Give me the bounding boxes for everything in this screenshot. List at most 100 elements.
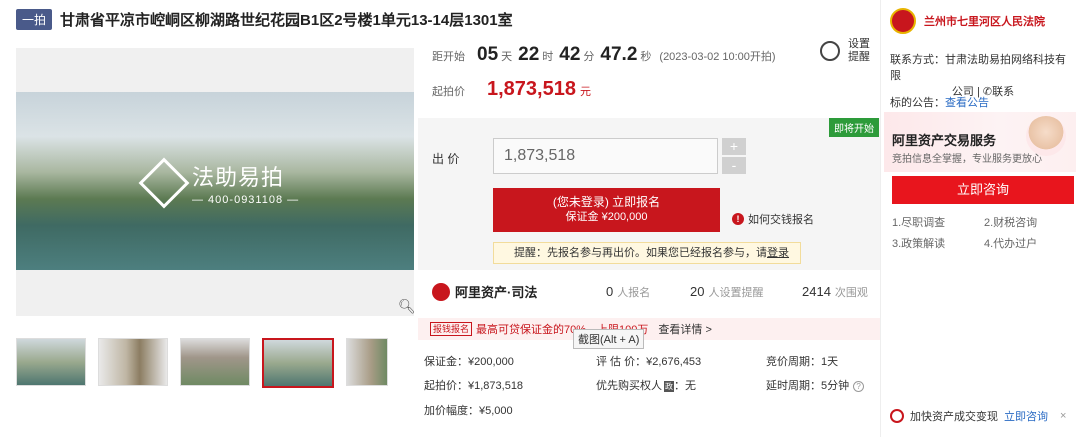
- reminder-count: 20 人设置提醒: [690, 284, 763, 300]
- service-item[interactable]: 1.尽职调查: [892, 214, 945, 230]
- close-icon[interactable]: ×: [1060, 410, 1066, 422]
- countdown-hours-unit: 时: [542, 51, 554, 63]
- delay-cycle-text: 延时周期：5分钟: [766, 380, 850, 392]
- promo-details-link[interactable]: 查看详情 >: [658, 321, 711, 337]
- contact-link[interactable]: 联系: [992, 86, 1014, 98]
- countdown-seconds-unit: 秒: [640, 51, 652, 63]
- banner-subtitle: 竞拍信息全掌握，专业服务更放心: [892, 154, 1042, 165]
- assessed-price-info: 评 估 价：¥2,676,453: [596, 356, 702, 368]
- signup-line1: (您未登录) 立即报名: [552, 195, 661, 209]
- consult-button[interactable]: 立即咨询: [892, 176, 1074, 204]
- increment-info: 加价幅度：¥5,000: [424, 405, 513, 417]
- view-count: 2414 次围观: [802, 284, 868, 300]
- start-time-note: (2023-03-02 10:00开拍): [659, 51, 776, 63]
- service-item[interactable]: 4.代办过户: [984, 235, 1037, 251]
- signup-count: 0 人报名: [606, 284, 650, 300]
- page-title: 甘肃省平凉市崆峒区柳湖路世纪花园B1区2号楼1单元13-14层1301室: [60, 11, 513, 29]
- photo-frame-top: [16, 48, 414, 92]
- decrease-bid-button[interactable]: -: [722, 157, 746, 174]
- countdown-days: 05: [477, 44, 499, 65]
- thumbnail-4[interactable]: [262, 338, 334, 388]
- increase-bid-button[interactable]: +: [722, 138, 746, 155]
- start-price-label: 起拍价: [432, 86, 465, 98]
- set-reminder-button[interactable]: 设置 提醒: [820, 38, 870, 64]
- thumbnail-1[interactable]: [16, 338, 86, 386]
- watermark-phone: — 400-0931108 —: [192, 194, 300, 206]
- countdown-days-unit: 天: [501, 51, 513, 63]
- how-to-pay-link[interactable]: ! 如何交钱报名: [732, 211, 814, 227]
- signup-button[interactable]: (您未登录) 立即报名 保证金 ¥200,000: [493, 188, 720, 232]
- ali-brand-text: 阿里资产·司法: [455, 285, 538, 300]
- service-banner[interactable]: 阿里资产交易服务 竞拍信息全掌握，专业服务更放心: [884, 112, 1076, 172]
- watermark: 法助易拍 — 400-0931108 —: [138, 157, 300, 209]
- start-price-unit: 元: [579, 86, 591, 98]
- ali-brand: 阿里资产·司法: [432, 282, 537, 301]
- upcoming-badge: 即将开始: [829, 118, 879, 137]
- view-notice-link[interactable]: 查看公告: [945, 97, 989, 109]
- banner-title: 阿里资产交易服务: [892, 133, 997, 148]
- court-emblem-icon: [890, 8, 916, 34]
- start-price-row: 起拍价 1,873,518 元: [432, 78, 591, 101]
- countdown-seconds: 47.2: [600, 44, 638, 65]
- countdown-minutes-unit: 分: [583, 51, 595, 63]
- countdown-label: 距开始: [432, 51, 465, 63]
- signup-line2: 保证金 ¥200,000: [565, 211, 648, 223]
- speed-icon: [890, 409, 904, 423]
- reminder-count-value: 20: [690, 284, 705, 299]
- contact-info: 联系方式：甘肃法助易拍网络科技有限 公司 | ✆︎联系: [890, 52, 1076, 100]
- hint-text: 提醒：先报名参与再出价。如果您已经报名参与，请: [514, 247, 767, 259]
- service-item[interactable]: 3.政策解读: [892, 235, 945, 251]
- how-to-pay-text: 如何交钱报名: [748, 214, 814, 226]
- bid-cycle-info: 竞价周期：1天: [766, 356, 839, 368]
- priority-value: ：无: [674, 380, 696, 392]
- ali-logo-icon: [432, 282, 450, 301]
- signup-count-value: 0: [606, 284, 614, 299]
- auction-round-tag: 一拍: [16, 8, 53, 30]
- reminder-line2: 提醒: [848, 51, 870, 63]
- photo-frame-bottom: [16, 270, 414, 316]
- title-bar: 一拍 甘肃省平凉市崆峒区柳湖路世纪花园B1区2号楼1单元13-14层1301室: [16, 8, 513, 30]
- service-item[interactable]: 2.财税咨询: [984, 214, 1037, 230]
- zoom-icon[interactable]: 🔍︎: [398, 298, 416, 315]
- reminder-line1: 设置: [848, 38, 870, 50]
- delay-cycle-info: 延时周期：5分钟?: [766, 377, 865, 393]
- thumbnail-strip: [16, 338, 400, 388]
- contact-line1: 联系方式：甘肃法助易拍网络科技有限: [890, 54, 1066, 82]
- loan-promo: 报钱报名 最高可贷保证金的70%，上限100万 查看详情 >: [430, 321, 712, 337]
- start-price-value: 1,873,518: [487, 78, 576, 100]
- reminder-count-unit: 人设置提醒: [708, 287, 764, 299]
- countdown-minutes: 42: [559, 44, 581, 65]
- priority-badge: 政: [664, 381, 674, 392]
- priority-label: 优先购买权人: [596, 380, 662, 392]
- login-link[interactable]: 登录: [767, 247, 789, 259]
- bid-amount-input[interactable]: 1,873,518: [493, 138, 718, 174]
- thumbnail-3[interactable]: [180, 338, 250, 386]
- court-header: 兰州市七里河区人民法院: [890, 8, 1045, 34]
- help-icon[interactable]: ?: [853, 381, 865, 392]
- notice-row: 标的公告：查看公告: [890, 94, 989, 110]
- signup-count-unit: 人报名: [617, 287, 651, 299]
- speed-up-bar: 加快资产成交变现 立即咨询 ×: [890, 408, 1066, 424]
- deposit-info: 保证金：¥200,000: [424, 356, 514, 368]
- thumbnail-2[interactable]: [98, 338, 168, 386]
- watermark-logo-icon: [138, 157, 190, 209]
- priority-buyer-info: 优先购买权人 政：无: [596, 377, 696, 393]
- view-count-unit: 次围观: [834, 287, 868, 299]
- court-name: 兰州市七里河区人民法院: [924, 16, 1045, 28]
- service-agent-avatar: [1026, 116, 1066, 156]
- speed-consult-link[interactable]: 立即咨询: [1004, 408, 1048, 424]
- watermark-brand: 法助易拍: [192, 165, 285, 190]
- main-photo[interactable]: 法助易拍 — 400-0931108 —: [16, 92, 414, 270]
- bid-label: 出 价: [432, 152, 460, 166]
- start-price-info: 起拍价：¥1,873,518: [424, 380, 524, 392]
- speed-text: 加快资产成交变现: [910, 411, 998, 423]
- screenshot-tooltip: 截图(Alt + A): [573, 329, 645, 349]
- login-hint: 提醒：先报名参与再出价。如果您已经报名参与，请登录: [493, 242, 801, 264]
- alarm-clock-icon: [820, 41, 840, 61]
- thumbnail-5[interactable]: [346, 338, 388, 386]
- info-icon: !: [732, 213, 744, 225]
- promo-badge: 报钱报名: [430, 322, 473, 336]
- view-count-value: 2414: [802, 284, 831, 299]
- countdown: 距开始 05 天 22 时 42 分 47.2 秒 (2023-03-02 10…: [432, 44, 776, 66]
- countdown-hours: 22: [518, 44, 540, 65]
